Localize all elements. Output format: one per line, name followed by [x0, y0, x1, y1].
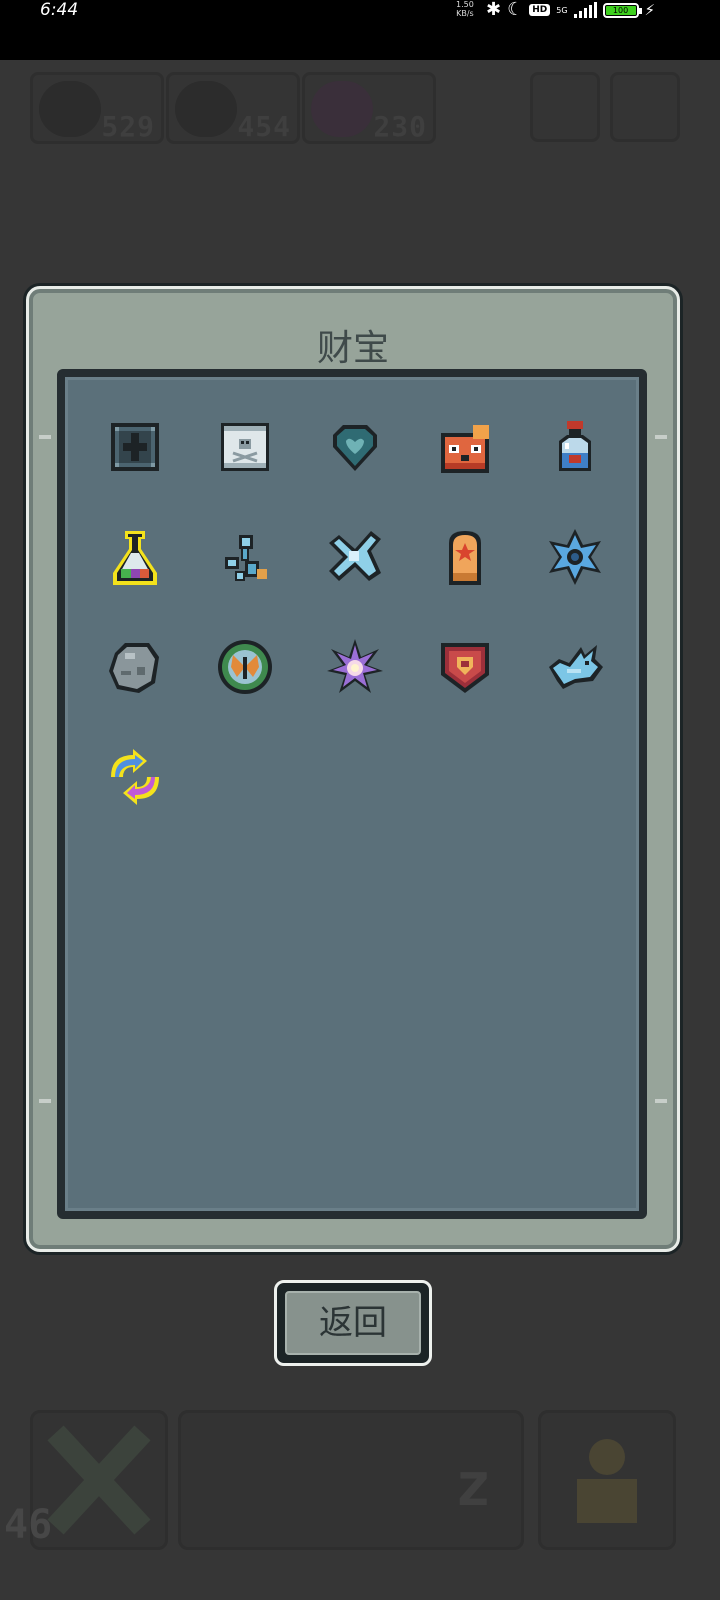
item-ice-dragon[interactable]: [545, 637, 605, 697]
item-iron-block[interactable]: [105, 417, 165, 477]
item-tombstone[interactable]: [435, 527, 495, 587]
item-grey-stone[interactable]: [105, 637, 165, 697]
sleep-icon: z: [455, 1450, 492, 1520]
figure-icon: [577, 1439, 637, 1523]
signal-icon: [573, 2, 597, 18]
shield-crest-icon: [441, 643, 489, 693]
resource-count: 454: [237, 110, 291, 143]
resource-count: 529: [101, 110, 155, 143]
battery-level: 100: [605, 5, 636, 15]
butterfly-medallion-icon: [218, 640, 272, 694]
item-heart-gem[interactable]: [325, 417, 385, 477]
item-purple-flower[interactable]: [325, 637, 385, 697]
heart-gem-icon: [333, 425, 377, 471]
status-bar: 6:44 1.50 KB/s ✱ ☾ HD 5G 100 ⚡: [0, 0, 720, 60]
item-shield-crest[interactable]: [435, 637, 495, 697]
moon-icon: ☾: [507, 0, 524, 20]
blue-star-icon: [549, 529, 601, 585]
return-button[interactable]: 返回: [274, 1280, 432, 1366]
item-blue-crystal-pieces[interactable]: [215, 527, 275, 587]
orb-icon: [311, 81, 373, 137]
ice-crystal-icon: [329, 531, 381, 581]
network-speed: 1.50 KB/s: [456, 0, 474, 18]
ice-dragon-icon: [549, 645, 603, 689]
red-panda-icon: [441, 425, 489, 473]
treasure-panel: 财宝: [26, 286, 680, 1252]
rivet: [655, 435, 667, 439]
battery-icon: 100: [602, 2, 642, 18]
resource-orb: 230: [302, 72, 436, 144]
item-red-panda[interactable]: [435, 417, 495, 477]
skull-scroll-icon: [221, 423, 269, 471]
cross-icon: [47, 1425, 151, 1535]
tombstone-icon: [449, 531, 481, 585]
item-blue-star[interactable]: [545, 527, 605, 587]
panel-title: 财宝: [316, 328, 389, 369]
item-swap-arrows[interactable]: [105, 747, 165, 807]
charging-icon: ⚡: [644, 1, 656, 19]
item-skull-scroll[interactable]: [215, 417, 275, 477]
item-rainbow-potion[interactable]: [105, 527, 165, 587]
item-ice-crystal[interactable]: [325, 527, 385, 587]
item-butterfly-medallion[interactable]: [215, 637, 275, 697]
network-type: 5G: [556, 5, 568, 15]
rivet: [655, 1099, 667, 1103]
bottom-slot-right: [538, 1410, 676, 1550]
return-button-label: 返回: [285, 1291, 421, 1355]
iron-block-icon: [111, 423, 159, 471]
treasure-grid: [57, 369, 647, 1219]
skull-icon: [175, 81, 237, 137]
swap-arrows-icon: [111, 749, 159, 805]
rivet: [39, 1099, 51, 1103]
blue-potion-icon: [559, 421, 591, 471]
rainbow-potion-icon: [113, 531, 157, 585]
status-icons: ✱ ☾ HD 5G 100 ⚡: [486, 0, 655, 20]
grey-stone-icon: [109, 643, 159, 693]
blue-crystal-pieces-icon: [225, 535, 267, 581]
top-button-2: [610, 72, 680, 142]
skull-icon: [39, 81, 101, 137]
rivet: [39, 435, 51, 439]
level-number: 46: [4, 1502, 53, 1548]
purple-flower-icon: [327, 639, 383, 693]
status-time: 6:44: [40, 0, 79, 20]
resource-skull-2: 454: [166, 72, 300, 144]
top-button-1: [530, 72, 600, 142]
hd-badge: HD: [529, 4, 551, 16]
resource-skull-1: 529: [30, 72, 164, 144]
bluetooth-icon: ✱: [486, 0, 502, 20]
resource-count: 230: [373, 110, 427, 143]
item-blue-potion[interactable]: [545, 417, 605, 477]
